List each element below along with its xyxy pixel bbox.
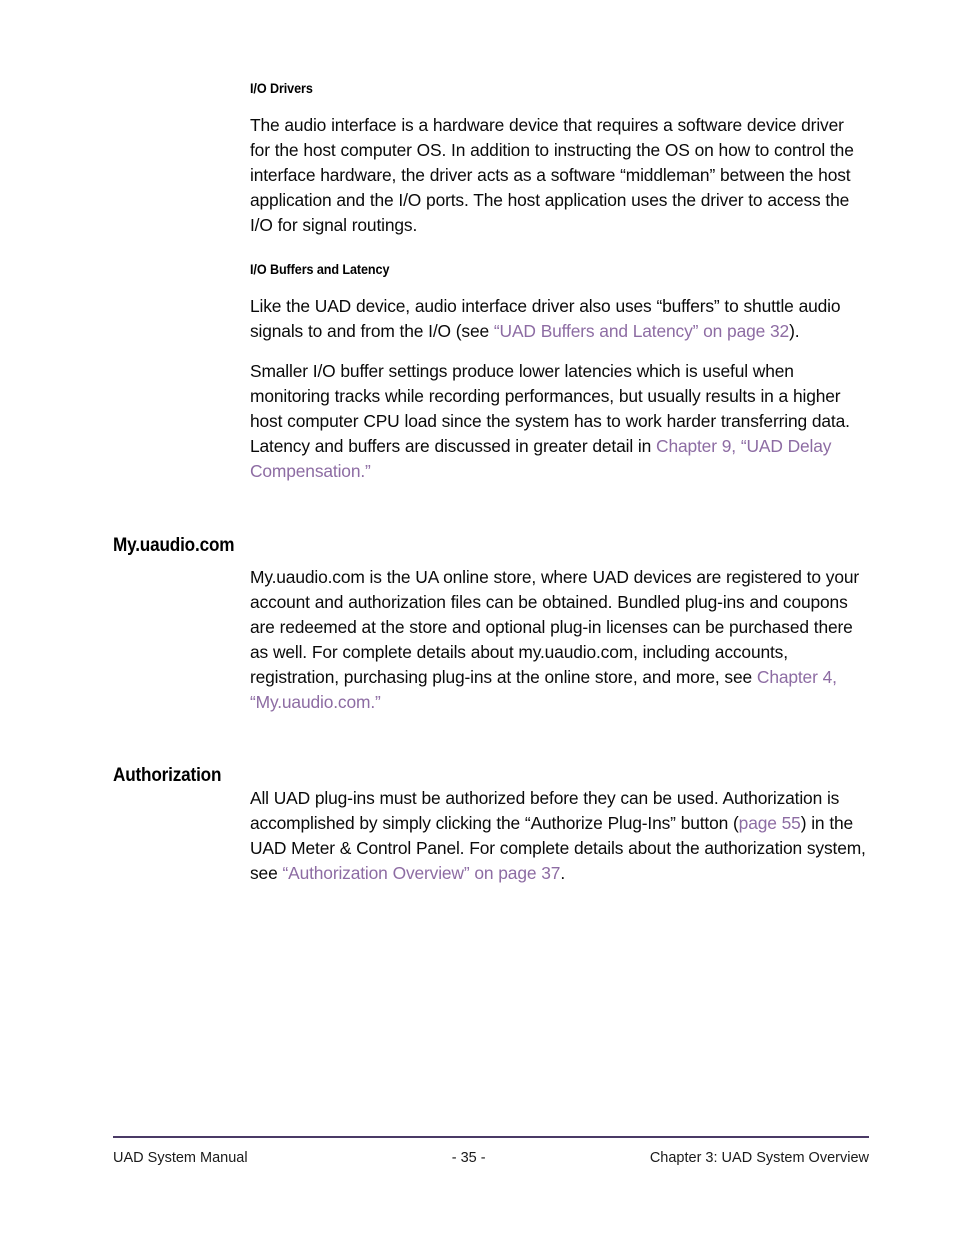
io-buffers-section: I/O Buffers and Latency — [0, 261, 954, 277]
authorization-text-post: . — [560, 863, 565, 883]
my-uaudio-heading: My.uaudio.com — [113, 534, 235, 557]
io-drivers-section: I/O Drivers — [0, 80, 954, 96]
cross-reference-authorization-overview[interactable]: “Authorization Overview” on page 37 — [282, 863, 560, 883]
footer-document-title: UAD System Manual — [113, 1150, 248, 1166]
io-buffers-paragraph-1: Like the UAD device, audio interface dri… — [250, 294, 868, 344]
io-drivers-paragraph: The audio interface is a hardware device… — [250, 115, 854, 235]
authorization-heading: Authorization — [113, 764, 222, 787]
authorization-paragraph: All UAD plug-ins must be authorized befo… — [250, 786, 868, 886]
page-footer: UAD System Manual - 35 - Chapter 3: UAD … — [113, 1146, 869, 1170]
footer-page-number: - 35 - — [451, 1150, 486, 1166]
cross-reference-uad-buffers-latency[interactable]: “UAD Buffers and Latency” on page 32 — [494, 321, 789, 341]
io-buffers-paragraph-2: Smaller I/O buffer settings produce lowe… — [250, 359, 868, 484]
manual-page: I/O Drivers The audio interface is a har… — [0, 0, 954, 1235]
io-drivers-subheading: I/O Drivers — [250, 80, 313, 96]
footer-chapter-title: Chapter 3: UAD System Overview — [649, 1150, 869, 1166]
my-uaudio-paragraph: My.uaudio.com is the UA online store, wh… — [250, 565, 868, 715]
cross-reference-page-55[interactable]: page 55 — [739, 813, 801, 833]
io-buffers-p1-text-post: ). — [789, 321, 800, 341]
io-buffers-subheading: I/O Buffers and Latency — [250, 261, 390, 277]
footer-divider — [113, 1136, 869, 1138]
